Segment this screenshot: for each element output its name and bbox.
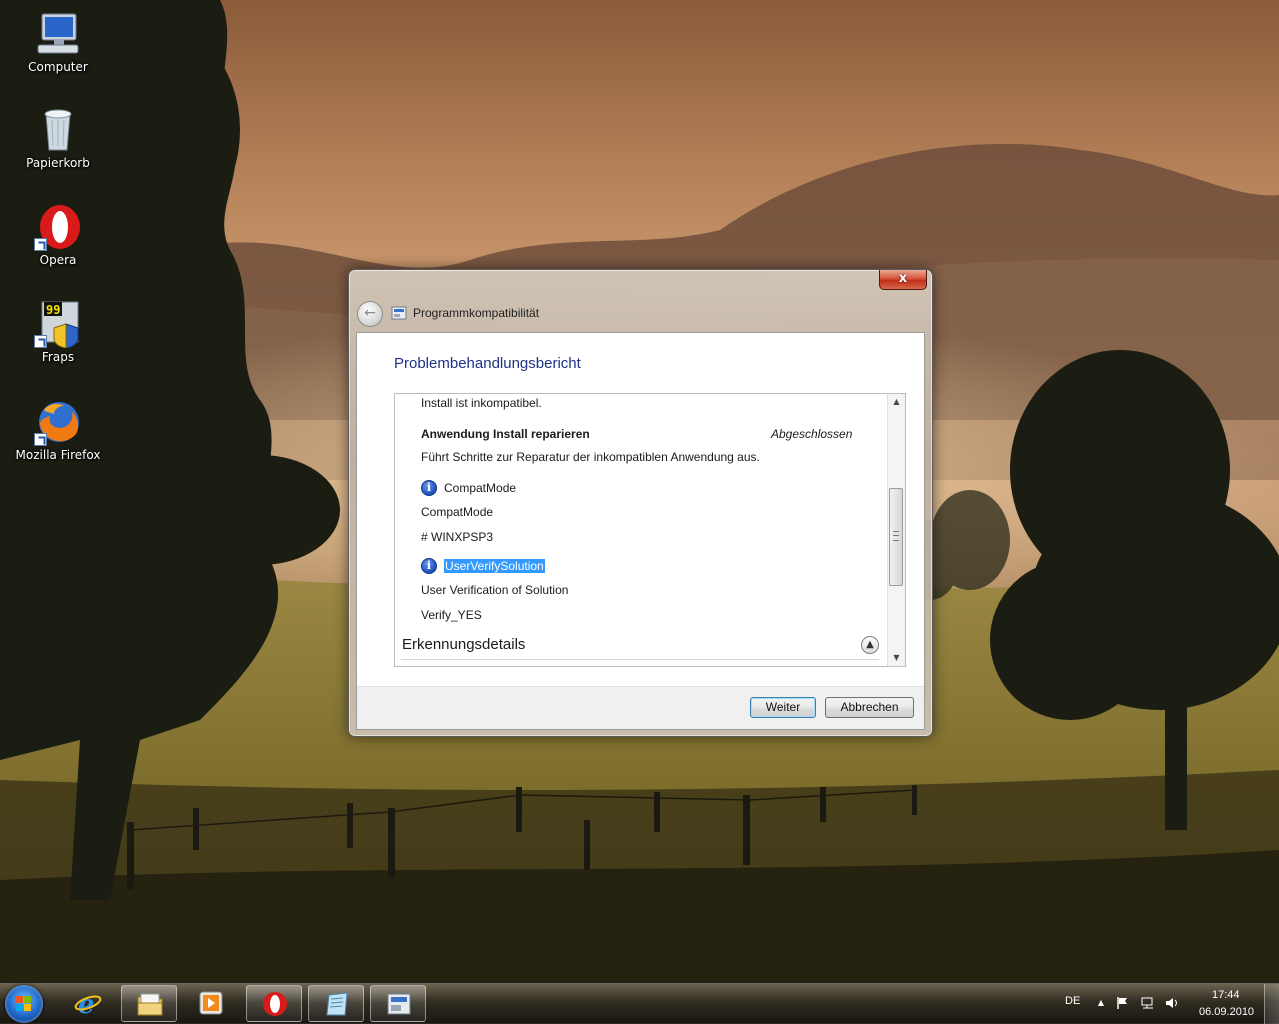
fraps-badge: 99 <box>46 303 60 317</box>
desktop-icon-firefox[interactable]: Mozilla Firefox <box>13 398 103 462</box>
taskbar-internet-explorer[interactable]: e <box>60 985 116 1022</box>
report-line: Install ist inkompatibel. <box>421 396 542 410</box>
vertical-scrollbar[interactable]: ▲ ▼ <box>887 394 905 666</box>
internet-explorer-icon: e <box>74 990 102 1016</box>
info-icon: i <box>421 558 437 574</box>
taskbar: e DE ▲ 17:44 06.09.2010 <box>0 983 1279 1024</box>
report-content: Install ist inkompatibel. Anwendung Inst… <box>395 394 887 666</box>
taskbar-notepad[interactable] <box>308 985 364 1022</box>
desktop-icon-label: Opera <box>39 253 77 267</box>
info-icon: i <box>421 480 437 496</box>
close-button[interactable]: x <box>879 270 927 290</box>
svg-text:e: e <box>78 990 95 1016</box>
userverify-value: Verify_YES <box>421 608 482 622</box>
show-hidden-icons-button[interactable]: ▲ <box>1094 996 1108 1010</box>
compatmode-value: # WINXPSP3 <box>421 530 494 544</box>
compatibility-icon <box>391 306 407 320</box>
taskbar-media-player[interactable] <box>183 985 239 1022</box>
fix-status: Abgeschlossen <box>771 427 853 441</box>
desktop-icon-label: Mozilla Firefox <box>15 448 101 462</box>
collapse-section-button[interactable]: ▲ <box>861 636 879 654</box>
desktop-icon-fraps[interactable]: 99 Fraps <box>13 300 103 364</box>
notepad-icon <box>326 992 348 1016</box>
opera-icon <box>34 203 82 251</box>
desktop-icon-label: Fraps <box>41 350 75 364</box>
window-title: Programmkompatibilität <box>413 306 540 320</box>
compatibility-window-icon <box>387 993 411 1015</box>
next-button[interactable]: Weiter <box>750 697 816 718</box>
program-compatibility-window: x ← Programmkompatibilität Problembehand… <box>348 269 933 737</box>
opera-icon <box>263 992 287 1016</box>
report-heading: Problembehandlungsbericht <box>394 355 581 372</box>
media-player-icon <box>199 991 223 1015</box>
taskbar-compatibility-window[interactable] <box>370 985 426 1022</box>
fix-description: Führt Schritte zur Reparatur der inkompa… <box>421 450 760 464</box>
clock-date[interactable]: 06.09.2010 <box>1199 1006 1254 1018</box>
start-button[interactable] <box>5 985 43 1023</box>
desktop-icon-opera[interactable]: Opera <box>13 203 103 267</box>
firefox-icon <box>34 398 82 446</box>
shortcut-arrow-icon <box>34 433 47 446</box>
section-divider <box>401 659 879 660</box>
cancel-button[interactable]: Abbrechen <box>825 697 914 718</box>
desktop-icon-label: Papierkorb <box>26 156 90 170</box>
desktop-icon-recycle-bin[interactable]: Papierkorb <box>13 106 103 170</box>
scroll-down-button[interactable]: ▼ <box>888 650 905 666</box>
scroll-up-button[interactable]: ▲ <box>888 394 905 410</box>
userverify-detail: User Verification of Solution <box>421 583 569 597</box>
shortcut-arrow-icon <box>34 335 47 348</box>
scroll-thumb[interactable] <box>889 488 903 586</box>
fix-title: Anwendung Install reparieren <box>421 427 590 441</box>
detection-details-heading: Erkennungsdetails <box>402 636 526 653</box>
compatmode-name: CompatMode <box>444 481 517 495</box>
desktop-icon-label: Computer <box>28 60 88 74</box>
taskbar-file-explorer[interactable] <box>121 985 177 1022</box>
desktop-icon-computer[interactable]: Computer <box>13 10 103 74</box>
report-scroll-pane[interactable]: Install ist inkompatibel. Anwendung Inst… <box>394 393 906 667</box>
network-icon[interactable] <box>1141 996 1155 1010</box>
language-indicator[interactable]: DE <box>1065 995 1080 1007</box>
selected-text[interactable]: UserVerifySolution <box>444 559 545 573</box>
clock-time[interactable]: 17:44 <box>1212 989 1240 1001</box>
dialog-footer: Weiter Abbrechen <box>357 686 924 729</box>
back-button[interactable]: ← <box>357 301 383 327</box>
file-explorer-icon <box>137 993 163 1016</box>
volume-icon[interactable] <box>1165 996 1179 1010</box>
action-center-flag-icon[interactable] <box>1116 996 1130 1010</box>
computer-icon <box>34 10 82 58</box>
windows-logo-icon <box>16 996 31 1011</box>
show-desktop-button[interactable] <box>1264 984 1279 1024</box>
dialog-content: Problembehandlungsbericht Install ist in… <box>356 332 925 730</box>
userverify-name[interactable]: UserVerifySolution <box>444 559 545 573</box>
shortcut-arrow-icon <box>34 238 47 251</box>
taskbar-opera[interactable] <box>246 985 302 1022</box>
fraps-icon: 99 <box>34 300 82 349</box>
scroll-grip-icon <box>893 531 899 541</box>
compatmode-detail: CompatMode <box>421 505 494 519</box>
recycle-bin-icon <box>34 106 82 154</box>
